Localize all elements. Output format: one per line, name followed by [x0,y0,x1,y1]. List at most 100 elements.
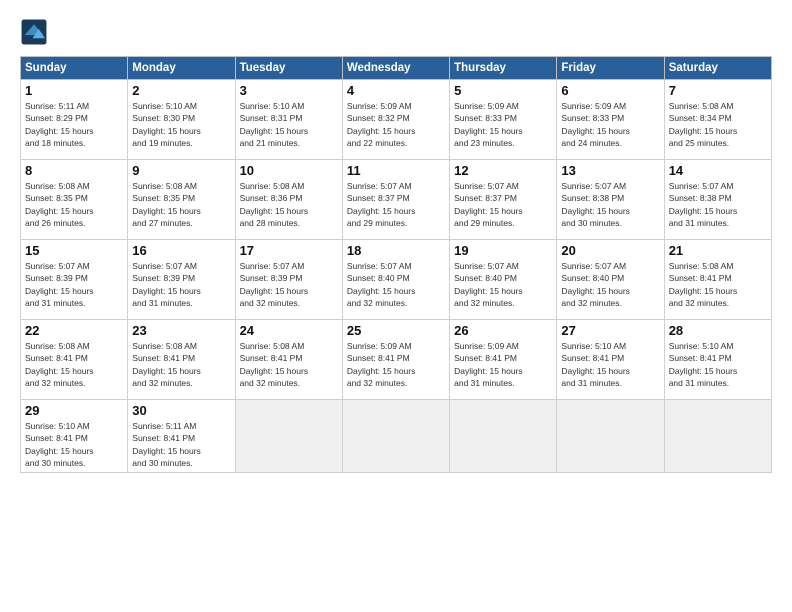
table-row: 13 Sunrise: 5:07 AM Sunset: 8:38 PM Dayli… [557,160,664,240]
day-details: Sunrise: 5:08 AM Sunset: 8:41 PM Dayligh… [25,340,123,389]
day-details: Sunrise: 5:11 AM Sunset: 8:29 PM Dayligh… [25,100,123,149]
day-details: Sunrise: 5:10 AM Sunset: 8:41 PM Dayligh… [561,340,659,389]
day-details: Sunrise: 5:07 AM Sunset: 8:37 PM Dayligh… [454,180,552,229]
day-details: Sunrise: 5:07 AM Sunset: 8:39 PM Dayligh… [25,260,123,309]
day-number: 12 [454,163,552,178]
day-details: Sunrise: 5:10 AM Sunset: 8:30 PM Dayligh… [132,100,230,149]
day-number: 2 [132,83,230,98]
table-row: 5 Sunrise: 5:09 AM Sunset: 8:33 PM Daylig… [450,80,557,160]
day-number: 10 [240,163,338,178]
day-number: 23 [132,323,230,338]
day-number: 30 [132,403,230,418]
weekday-header: Friday [557,57,664,80]
table-row: 2 Sunrise: 5:10 AM Sunset: 8:30 PM Daylig… [128,80,235,160]
weekday-header: Monday [128,57,235,80]
day-details: Sunrise: 5:08 AM Sunset: 8:36 PM Dayligh… [240,180,338,229]
day-number: 27 [561,323,659,338]
table-row: 8 Sunrise: 5:08 AM Sunset: 8:35 PM Daylig… [21,160,128,240]
day-details: Sunrise: 5:09 AM Sunset: 8:33 PM Dayligh… [454,100,552,149]
weekday-header: Tuesday [235,57,342,80]
day-details: Sunrise: 5:08 AM Sunset: 8:35 PM Dayligh… [132,180,230,229]
day-number: 16 [132,243,230,258]
table-row: 1 Sunrise: 5:11 AM Sunset: 8:29 PM Daylig… [21,80,128,160]
table-row: 12 Sunrise: 5:07 AM Sunset: 8:37 PM Dayli… [450,160,557,240]
day-details: Sunrise: 5:08 AM Sunset: 8:35 PM Dayligh… [25,180,123,229]
table-row: 6 Sunrise: 5:09 AM Sunset: 8:33 PM Daylig… [557,80,664,160]
day-details: Sunrise: 5:07 AM Sunset: 8:40 PM Dayligh… [454,260,552,309]
day-details: Sunrise: 5:09 AM Sunset: 8:32 PM Dayligh… [347,100,445,149]
day-number: 3 [240,83,338,98]
day-number: 17 [240,243,338,258]
table-row: 16 Sunrise: 5:07 AM Sunset: 8:39 PM Dayli… [128,240,235,320]
day-details: Sunrise: 5:10 AM Sunset: 8:41 PM Dayligh… [25,420,123,469]
day-number: 6 [561,83,659,98]
day-details: Sunrise: 5:09 AM Sunset: 8:41 PM Dayligh… [347,340,445,389]
page-header [20,18,772,46]
day-number: 22 [25,323,123,338]
table-row [235,400,342,473]
day-number: 13 [561,163,659,178]
day-details: Sunrise: 5:09 AM Sunset: 8:33 PM Dayligh… [561,100,659,149]
day-details: Sunrise: 5:07 AM Sunset: 8:40 PM Dayligh… [561,260,659,309]
day-number: 18 [347,243,445,258]
table-row: 20 Sunrise: 5:07 AM Sunset: 8:40 PM Dayli… [557,240,664,320]
weekday-header: Sunday [21,57,128,80]
table-row: 4Sunrise: 5:09 AM Sunset: 8:32 PM Daylig… [342,80,449,160]
calendar-week-row: 22 Sunrise: 5:08 AM Sunset: 8:41 PM Dayli… [21,320,772,400]
table-row: 24Sunrise: 5:08 AM Sunset: 8:41 PM Dayli… [235,320,342,400]
table-row: 3 Sunrise: 5:10 AM Sunset: 8:31 PM Daylig… [235,80,342,160]
table-row: 11Sunrise: 5:07 AM Sunset: 8:37 PM Dayli… [342,160,449,240]
table-row: 25 Sunrise: 5:09 AM Sunset: 8:41 PM Dayli… [342,320,449,400]
day-number: 25 [347,323,445,338]
table-row: 19 Sunrise: 5:07 AM Sunset: 8:40 PM Dayli… [450,240,557,320]
table-row: 23 Sunrise: 5:08 AM Sunset: 8:41 PM Dayli… [128,320,235,400]
table-row: 18Sunrise: 5:07 AM Sunset: 8:40 PM Dayli… [342,240,449,320]
day-details: Sunrise: 5:09 AM Sunset: 8:41 PM Dayligh… [454,340,552,389]
logo-icon [20,18,48,46]
calendar-week-row: 29 Sunrise: 5:10 AM Sunset: 8:41 PM Dayli… [21,400,772,473]
calendar-week-row: 1 Sunrise: 5:11 AM Sunset: 8:29 PM Daylig… [21,80,772,160]
calendar-week-row: 15 Sunrise: 5:07 AM Sunset: 8:39 PM Dayli… [21,240,772,320]
day-number: 29 [25,403,123,418]
table-row: 17 Sunrise: 5:07 AM Sunset: 8:39 PM Dayli… [235,240,342,320]
day-number: 8 [25,163,123,178]
table-row: 30 Sunrise: 5:11 AM Sunset: 8:41 PM Dayli… [128,400,235,473]
day-details: Sunrise: 5:08 AM Sunset: 8:34 PM Dayligh… [669,100,767,149]
day-number: 9 [132,163,230,178]
day-number: 24 [240,323,338,338]
day-details: Sunrise: 5:10 AM Sunset: 8:41 PM Dayligh… [669,340,767,389]
day-details: Sunrise: 5:07 AM Sunset: 8:39 PM Dayligh… [132,260,230,309]
day-number: 26 [454,323,552,338]
day-number: 7 [669,83,767,98]
day-details: Sunrise: 5:08 AM Sunset: 8:41 PM Dayligh… [669,260,767,309]
day-details: Sunrise: 5:10 AM Sunset: 8:31 PM Dayligh… [240,100,338,149]
day-number: 14 [669,163,767,178]
table-row [557,400,664,473]
day-number: 20 [561,243,659,258]
table-row: 7 Sunrise: 5:08 AM Sunset: 8:34 PM Daylig… [664,80,771,160]
day-number: 1 [25,83,123,98]
table-row: 26 Sunrise: 5:09 AM Sunset: 8:41 PM Dayli… [450,320,557,400]
table-row: 9 Sunrise: 5:08 AM Sunset: 8:35 PM Daylig… [128,160,235,240]
table-row [450,400,557,473]
logo [20,18,52,46]
day-number: 5 [454,83,552,98]
table-row: 21Sunrise: 5:08 AM Sunset: 8:41 PM Dayli… [664,240,771,320]
calendar-week-row: 8 Sunrise: 5:08 AM Sunset: 8:35 PM Daylig… [21,160,772,240]
day-number: 15 [25,243,123,258]
day-details: Sunrise: 5:07 AM Sunset: 8:38 PM Dayligh… [669,180,767,229]
weekday-header: Saturday [664,57,771,80]
calendar-table: SundayMondayTuesdayWednesdayThursdayFrid… [20,56,772,473]
day-details: Sunrise: 5:07 AM Sunset: 8:39 PM Dayligh… [240,260,338,309]
day-number: 28 [669,323,767,338]
weekday-header: Wednesday [342,57,449,80]
day-details: Sunrise: 5:11 AM Sunset: 8:41 PM Dayligh… [132,420,230,469]
day-details: Sunrise: 5:08 AM Sunset: 8:41 PM Dayligh… [132,340,230,389]
table-row [342,400,449,473]
table-row: 15 Sunrise: 5:07 AM Sunset: 8:39 PM Dayli… [21,240,128,320]
table-row [664,400,771,473]
calendar-header-row: SundayMondayTuesdayWednesdayThursdayFrid… [21,57,772,80]
table-row: 14 Sunrise: 5:07 AM Sunset: 8:38 PM Dayli… [664,160,771,240]
day-details: Sunrise: 5:07 AM Sunset: 8:38 PM Dayligh… [561,180,659,229]
day-number: 19 [454,243,552,258]
